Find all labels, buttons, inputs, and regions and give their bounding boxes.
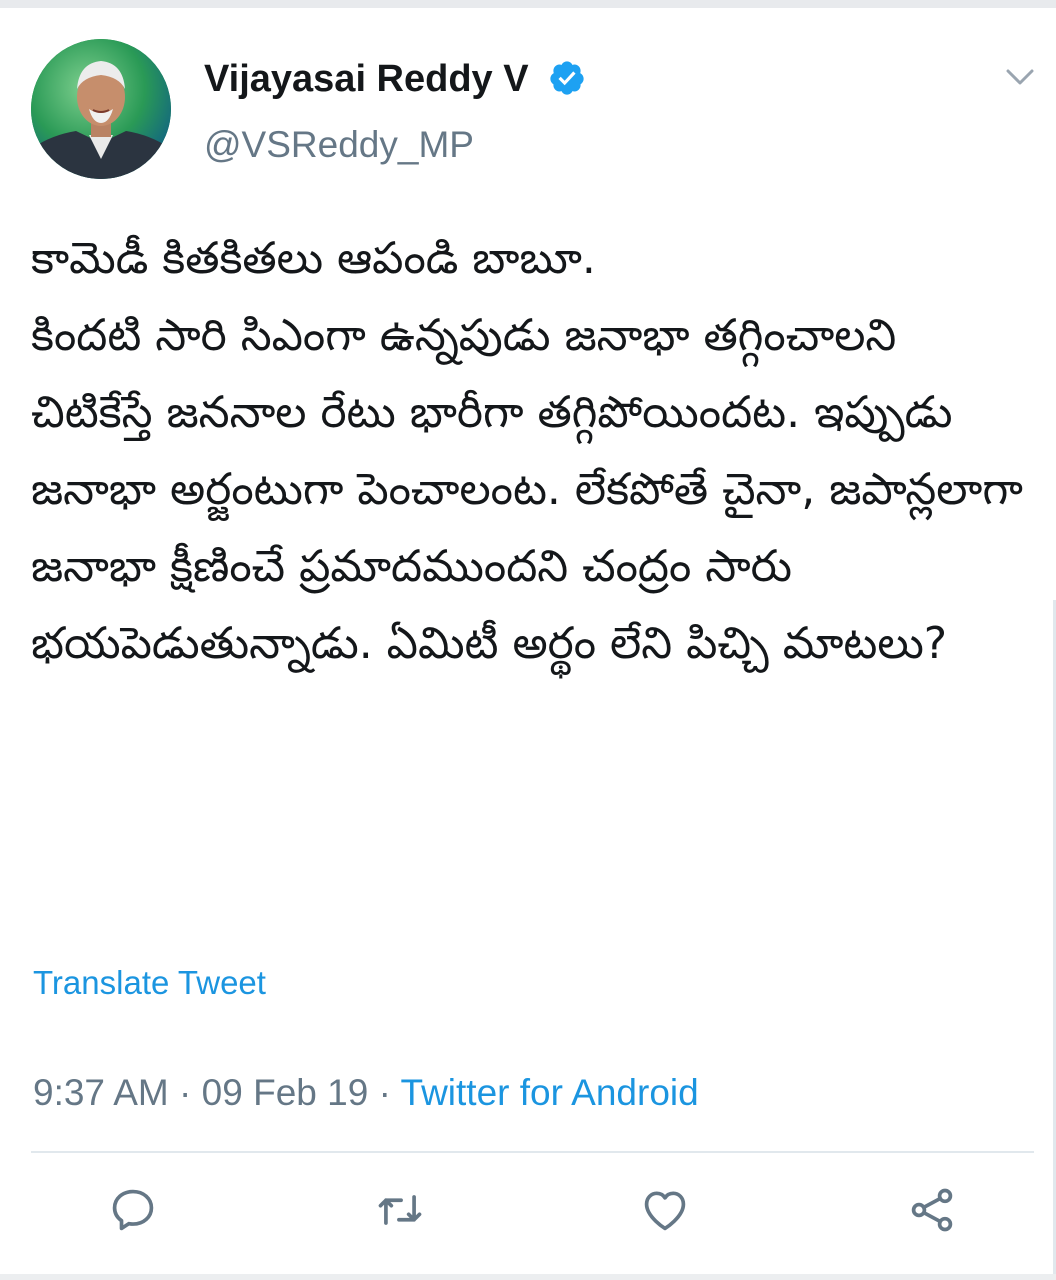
author-handle[interactable]: @VSReddy_MP xyxy=(204,122,474,168)
tweet-date: 09 Feb 19 xyxy=(201,1072,369,1113)
chevron-down-icon[interactable] xyxy=(1003,64,1037,90)
retweet-button[interactable] xyxy=(370,1180,430,1240)
translate-tweet-link[interactable]: Translate Tweet xyxy=(33,962,266,1004)
reply-button[interactable] xyxy=(103,1180,163,1240)
share-button[interactable] xyxy=(902,1180,962,1240)
display-name[interactable]: Vijayasai Reddy V xyxy=(204,56,529,102)
bottom-divider xyxy=(0,1274,1056,1280)
share-icon xyxy=(911,1188,953,1232)
tweet-metadata: 9:37 AM · 09 Feb 19 · Twitter for Androi… xyxy=(33,1070,699,1116)
tweet-text: కామెడీ కితకితలు ఆపండి బాబూ. కిందటి సారి … xyxy=(31,233,1023,669)
tweet-actions-bar xyxy=(0,1180,1056,1250)
meta-separator: · xyxy=(168,1072,202,1113)
verified-badge-icon xyxy=(550,61,584,95)
top-divider xyxy=(0,0,1056,8)
avatar-photo xyxy=(31,39,171,179)
heart-icon xyxy=(644,1191,686,1231)
reply-icon xyxy=(112,1189,154,1231)
tweet-time: 9:37 AM xyxy=(33,1072,169,1113)
retweet-icon xyxy=(378,1195,422,1225)
like-button[interactable] xyxy=(635,1180,695,1240)
tweet-source-link[interactable]: Twitter for Android xyxy=(401,1072,699,1113)
actions-divider xyxy=(31,1151,1034,1153)
meta-separator: · xyxy=(368,1072,401,1113)
avatar[interactable] xyxy=(31,39,171,179)
